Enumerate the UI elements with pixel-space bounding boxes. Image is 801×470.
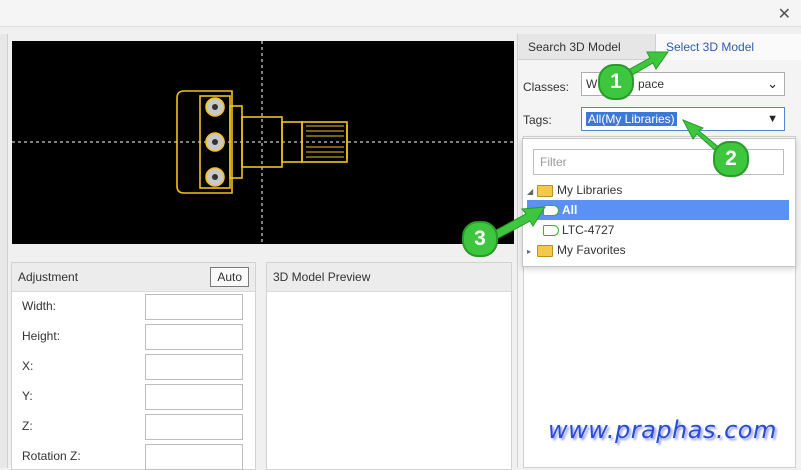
annotation-arrows <box>488 51 722 242</box>
callout-badge-3: 3 <box>462 221 498 257</box>
callout-badge-1: 1 <box>598 64 634 100</box>
watermark-text: www.praphas.com <box>548 416 777 444</box>
callout-badge-2: 2 <box>713 141 749 177</box>
